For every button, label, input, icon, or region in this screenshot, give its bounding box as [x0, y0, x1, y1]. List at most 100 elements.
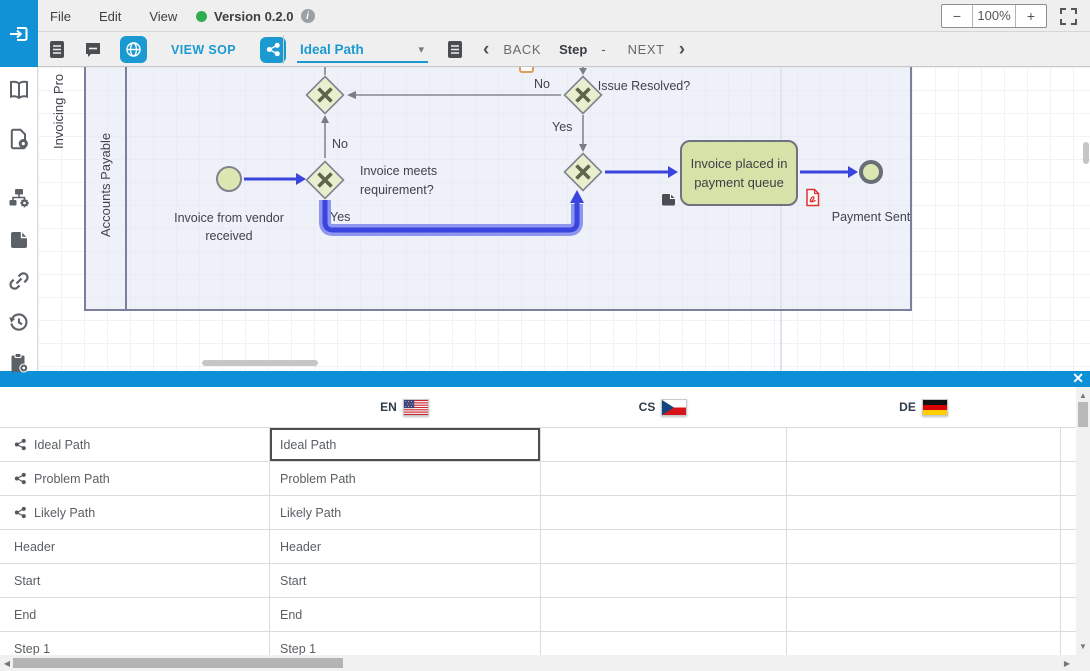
translation-cell-cs[interactable]: [540, 632, 786, 655]
zoom-out-button[interactable]: −: [942, 5, 972, 27]
translation-cell-en[interactable]: Header: [269, 530, 540, 563]
lane-label: Accounts Payable: [98, 133, 113, 237]
canvas-horizontal-scrollbar-thumb[interactable]: [202, 360, 318, 366]
zoom-control: − 100% +: [941, 4, 1047, 28]
translation-cell-en[interactable]: End: [269, 598, 540, 631]
translation-cell-de[interactable]: [786, 462, 1061, 495]
panel-horizontal-scrollbar[interactable]: ◀ ▶: [0, 655, 1090, 671]
translation-cell-de[interactable]: [786, 530, 1061, 563]
clipboard-settings-icon[interactable]: [7, 351, 31, 375]
zoom-in-button[interactable]: +: [1016, 5, 1046, 27]
close-icon[interactable]: ✕: [1072, 371, 1084, 387]
start-event-label[interactable]: Invoice from vendor received: [169, 209, 289, 245]
merge-gateway[interactable]: [305, 75, 345, 115]
translation-table-body: Ideal Path Ideal Path Problem Path Probl…: [0, 427, 1076, 655]
panel-vertical-scrollbar[interactable]: ▲ ▼: [1076, 387, 1090, 655]
join-gateway[interactable]: [563, 152, 603, 192]
payment-queue-task[interactable]: Invoice placed in payment queue: [680, 140, 798, 206]
translation-cell-cs[interactable]: [540, 564, 786, 597]
info-icon[interactable]: i: [301, 9, 315, 23]
translation-cell-cs[interactable]: [540, 496, 786, 529]
translation-cell-de[interactable]: [786, 564, 1061, 597]
de-flag-icon: [922, 399, 948, 416]
column-header-cs[interactable]: CS: [540, 387, 786, 427]
table-row: Ideal Path Ideal Path: [0, 427, 1076, 461]
document-badge-icon[interactable]: [7, 127, 31, 151]
row-label: Step 1: [14, 642, 50, 656]
view-sop-link[interactable]: VIEW SOP: [171, 43, 236, 57]
app-logo[interactable]: [0, 0, 38, 67]
clipped-shape-fragment: [519, 67, 534, 73]
translation-cell-de[interactable]: [786, 632, 1061, 655]
attachment-document-icon[interactable]: [661, 193, 676, 211]
issue-gateway-label[interactable]: Issue Resolved?: [594, 77, 694, 96]
column-header-de[interactable]: DE: [786, 387, 1061, 427]
toolbar-divider: [283, 35, 284, 64]
row-label: Header: [14, 540, 55, 554]
translation-table-header: EN CS DE: [0, 387, 1076, 427]
translation-panel: EN CS DE: [0, 387, 1076, 655]
yes-flow-label[interactable]: Yes: [330, 208, 350, 226]
menu-bar: File Edit View Version 0.2.0 i − 100% +: [0, 0, 1090, 32]
menu-edit[interactable]: Edit: [99, 9, 121, 24]
scroll-up-icon[interactable]: ▲: [1076, 391, 1090, 400]
translation-cell-en[interactable]: Start: [269, 564, 540, 597]
next-chevron-icon[interactable]: ›: [679, 40, 685, 59]
translation-cell-de[interactable]: [786, 428, 1061, 461]
share-icon: [14, 506, 27, 519]
back-chevron-icon[interactable]: ‹: [483, 40, 489, 59]
requirement-gateway[interactable]: [305, 160, 345, 200]
note-icon[interactable]: [7, 228, 31, 252]
table-row: Start Start: [0, 563, 1076, 597]
document-icon[interactable]: [48, 40, 66, 60]
menu-file[interactable]: File: [50, 9, 71, 24]
fullscreen-icon[interactable]: [1059, 7, 1078, 26]
end-event-label[interactable]: Payment Sent: [826, 208, 916, 226]
canvas-vertical-scrollbar-thumb[interactable]: [1083, 142, 1089, 164]
next-button[interactable]: NEXT: [628, 42, 665, 57]
row-label-cell: Header: [0, 530, 269, 563]
translation-cell-cs[interactable]: [540, 428, 786, 461]
translation-cell-en[interactable]: Problem Path: [269, 462, 540, 495]
document-status-icon[interactable]: [7, 159, 31, 183]
translation-cell-de[interactable]: [786, 496, 1061, 529]
translation-cell-en[interactable]: Likely Path: [269, 496, 540, 529]
bpmn-canvas[interactable]: Invoicing Pro Accounts Payable Invoice f…: [38, 67, 1090, 371]
panel-horizontal-scrollbar-thumb[interactable]: [13, 658, 343, 668]
share-icon: [14, 472, 27, 485]
translation-cell-cs[interactable]: [540, 598, 786, 631]
comment-icon[interactable]: [84, 40, 102, 60]
translation-cell-cs[interactable]: [540, 462, 786, 495]
process-settings-icon[interactable]: [7, 186, 31, 210]
link-icon[interactable]: [7, 269, 31, 293]
table-row: Header Header: [0, 529, 1076, 563]
app-window: File Edit View Version 0.2.0 i − 100% +: [0, 0, 1090, 671]
translation-cell-en[interactable]: Step 1: [269, 632, 540, 655]
translation-cell-de[interactable]: [786, 598, 1061, 631]
menu-view[interactable]: View: [149, 9, 177, 24]
row-label-cell: Start: [0, 564, 269, 597]
row-label-cell: Step 1: [0, 632, 269, 655]
path-selector-dropdown[interactable]: Ideal Path ▾: [297, 37, 428, 63]
issue-yes-label[interactable]: Yes: [552, 118, 572, 136]
pdf-file-icon[interactable]: [805, 188, 820, 212]
translation-cell-en[interactable]: Ideal Path: [269, 428, 540, 461]
requirement-gateway-label[interactable]: Invoice meets requirement?: [360, 162, 490, 199]
history-icon[interactable]: [7, 310, 31, 334]
scroll-right-icon[interactable]: ▶: [1060, 659, 1074, 668]
sop-document-icon[interactable]: [446, 39, 464, 59]
translation-cell-cs[interactable]: [540, 530, 786, 563]
panel-vertical-scrollbar-thumb[interactable]: [1078, 402, 1088, 427]
no-flow-label[interactable]: No: [332, 135, 348, 153]
end-event[interactable]: [859, 160, 883, 184]
language-globe-button[interactable]: [120, 36, 147, 63]
scroll-left-icon[interactable]: ◀: [0, 659, 14, 668]
scroll-down-icon[interactable]: ▼: [1076, 642, 1090, 651]
column-header-en[interactable]: EN: [269, 387, 540, 427]
start-event[interactable]: [216, 166, 242, 192]
step-label: Step: [559, 42, 587, 57]
back-button[interactable]: BACK: [503, 42, 541, 57]
row-label-cell: End: [0, 598, 269, 631]
version-label: Version 0.2.0: [214, 9, 294, 24]
issue-no-label[interactable]: No: [534, 75, 560, 93]
